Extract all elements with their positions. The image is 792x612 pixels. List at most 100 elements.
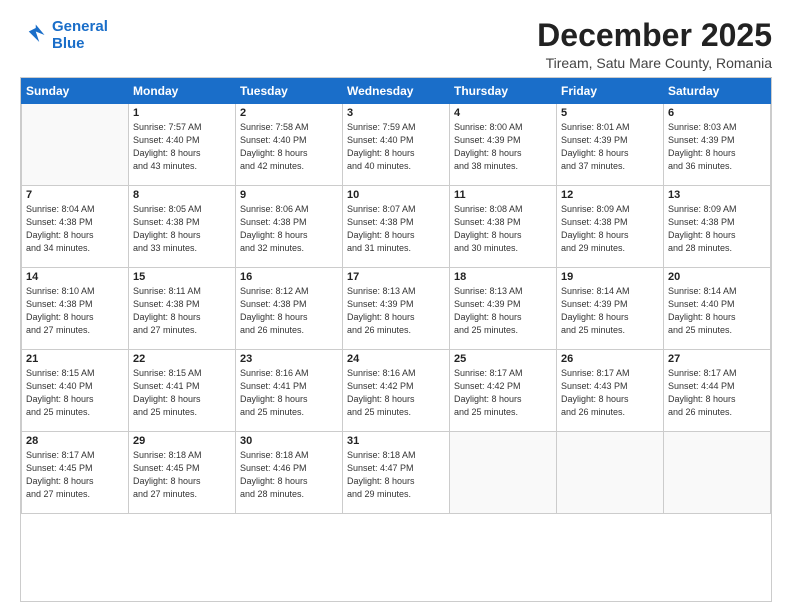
day-number: 7 xyxy=(26,189,124,201)
calendar-cell: 13 Sunrise: 8:09 AM Sunset: 4:38 PM Dayli… xyxy=(664,186,771,268)
day-info: Sunrise: 8:08 AM Sunset: 4:38 PM Dayligh… xyxy=(454,203,552,255)
day-number: 4 xyxy=(454,107,552,119)
calendar-cell: 4 Sunrise: 8:00 AM Sunset: 4:39 PM Daylig… xyxy=(450,104,557,186)
day-info: Sunrise: 8:18 AM Sunset: 4:45 PM Dayligh… xyxy=(133,449,231,501)
subtitle: Tiream, Satu Mare County, Romania xyxy=(537,55,772,71)
col-header-tuesday: Tuesday xyxy=(236,79,343,104)
day-number: 12 xyxy=(561,189,659,201)
day-number: 11 xyxy=(454,189,552,201)
calendar-cell: 18 Sunrise: 8:13 AM Sunset: 4:39 PM Dayli… xyxy=(450,268,557,350)
day-info: Sunrise: 8:15 AM Sunset: 4:41 PM Dayligh… xyxy=(133,367,231,419)
day-number: 13 xyxy=(668,189,766,201)
day-info: Sunrise: 8:17 AM Sunset: 4:43 PM Dayligh… xyxy=(561,367,659,419)
calendar: SundayMondayTuesdayWednesdayThursdayFrid… xyxy=(20,77,772,602)
col-header-monday: Monday xyxy=(129,79,236,104)
calendar-cell: 2Sunrise: 7:58 AM Sunset: 4:40 PM Daylig… xyxy=(236,104,343,186)
day-info: Sunrise: 8:14 AM Sunset: 4:39 PM Dayligh… xyxy=(561,285,659,337)
col-header-saturday: Saturday xyxy=(664,79,771,104)
calendar-cell: 23Sunrise: 8:16 AM Sunset: 4:41 PM Dayli… xyxy=(236,350,343,432)
calendar-cell: 25 Sunrise: 8:17 AM Sunset: 4:42 PM Dayli… xyxy=(450,350,557,432)
day-number: 22 xyxy=(133,353,231,365)
day-info: Sunrise: 8:18 AM Sunset: 4:46 PM Dayligh… xyxy=(240,449,338,501)
day-info: Sunrise: 8:17 AM Sunset: 4:44 PM Dayligh… xyxy=(668,367,766,419)
calendar-cell: 8 Sunrise: 8:05 AM Sunset: 4:38 PM Daylig… xyxy=(129,186,236,268)
day-number: 16 xyxy=(240,271,338,283)
day-number: 21 xyxy=(26,353,124,365)
week-row-1: 1 Sunrise: 7:57 AM Sunset: 4:40 PM Daylig… xyxy=(22,104,771,186)
day-number: 14 xyxy=(26,271,124,283)
day-info: Sunrise: 8:17 AM Sunset: 4:45 PM Dayligh… xyxy=(26,449,124,501)
week-row-5: 28 Sunrise: 8:17 AM Sunset: 4:45 PM Dayli… xyxy=(22,432,771,514)
calendar-cell: 20 Sunrise: 8:14 AM Sunset: 4:40 PM Dayli… xyxy=(664,268,771,350)
day-number: 23 xyxy=(240,353,338,365)
day-info: Sunrise: 8:11 AM Sunset: 4:38 PM Dayligh… xyxy=(133,285,231,337)
calendar-cell: 17 Sunrise: 8:13 AM Sunset: 4:39 PM Dayli… xyxy=(343,268,450,350)
calendar-cell xyxy=(450,432,557,514)
day-info: Sunrise: 8:04 AM Sunset: 4:38 PM Dayligh… xyxy=(26,203,124,255)
day-number: 15 xyxy=(133,271,231,283)
day-number: 20 xyxy=(668,271,766,283)
day-info: Sunrise: 8:09 AM Sunset: 4:38 PM Dayligh… xyxy=(668,203,766,255)
col-header-sunday: Sunday xyxy=(22,79,129,104)
week-row-2: 7 Sunrise: 8:04 AM Sunset: 4:38 PM Daylig… xyxy=(22,186,771,268)
calendar-cell: 3Sunrise: 7:59 AM Sunset: 4:40 PM Daylig… xyxy=(343,104,450,186)
day-info: Sunrise: 8:13 AM Sunset: 4:39 PM Dayligh… xyxy=(347,285,445,337)
calendar-cell: 16 Sunrise: 8:12 AM Sunset: 4:38 PM Dayli… xyxy=(236,268,343,350)
main-title: December 2025 xyxy=(537,18,772,53)
day-number: 25 xyxy=(454,353,552,365)
day-number: 26 xyxy=(561,353,659,365)
calendar-cell: 19Sunrise: 8:14 AM Sunset: 4:39 PM Dayli… xyxy=(557,268,664,350)
calendar-cell: 7 Sunrise: 8:04 AM Sunset: 4:38 PM Daylig… xyxy=(22,186,129,268)
day-info: Sunrise: 8:00 AM Sunset: 4:39 PM Dayligh… xyxy=(454,121,552,173)
title-block: December 2025 Tiream, Satu Mare County, … xyxy=(537,18,772,71)
calendar-cell: 22 Sunrise: 8:15 AM Sunset: 4:41 PM Dayli… xyxy=(129,350,236,432)
calendar-cell xyxy=(664,432,771,514)
calendar-cell: 31Sunrise: 8:18 AM Sunset: 4:47 PM Dayli… xyxy=(343,432,450,514)
day-number: 18 xyxy=(454,271,552,283)
calendar-cell: 12 Sunrise: 8:09 AM Sunset: 4:38 PM Dayli… xyxy=(557,186,664,268)
calendar-cell: 5Sunrise: 8:01 AM Sunset: 4:39 PM Daylig… xyxy=(557,104,664,186)
calendar-cell xyxy=(557,432,664,514)
logo-icon xyxy=(20,21,48,49)
day-number: 17 xyxy=(347,271,445,283)
calendar-cell: 6Sunrise: 8:03 AM Sunset: 4:39 PM Daylig… xyxy=(664,104,771,186)
day-number: 5 xyxy=(561,107,659,119)
day-number: 6 xyxy=(668,107,766,119)
day-number: 29 xyxy=(133,435,231,447)
col-header-wednesday: Wednesday xyxy=(343,79,450,104)
day-info: Sunrise: 8:17 AM Sunset: 4:42 PM Dayligh… xyxy=(454,367,552,419)
day-info: Sunrise: 7:58 AM Sunset: 4:40 PM Dayligh… xyxy=(240,121,338,173)
day-info: Sunrise: 8:10 AM Sunset: 4:38 PM Dayligh… xyxy=(26,285,124,337)
day-info: Sunrise: 8:12 AM Sunset: 4:38 PM Dayligh… xyxy=(240,285,338,337)
calendar-cell: 21 Sunrise: 8:15 AM Sunset: 4:40 PM Dayli… xyxy=(22,350,129,432)
day-info: Sunrise: 8:14 AM Sunset: 4:40 PM Dayligh… xyxy=(668,285,766,337)
calendar-cell: 9Sunrise: 8:06 AM Sunset: 4:38 PM Daylig… xyxy=(236,186,343,268)
calendar-cell xyxy=(22,104,129,186)
calendar-body: 1 Sunrise: 7:57 AM Sunset: 4:40 PM Daylig… xyxy=(22,104,771,514)
calendar-cell: 26 Sunrise: 8:17 AM Sunset: 4:43 PM Dayli… xyxy=(557,350,664,432)
day-info: Sunrise: 8:13 AM Sunset: 4:39 PM Dayligh… xyxy=(454,285,552,337)
calendar-table: SundayMondayTuesdayWednesdayThursdayFrid… xyxy=(21,78,771,514)
day-info: Sunrise: 7:59 AM Sunset: 4:40 PM Dayligh… xyxy=(347,121,445,173)
day-number: 27 xyxy=(668,353,766,365)
day-info: Sunrise: 8:15 AM Sunset: 4:40 PM Dayligh… xyxy=(26,367,124,419)
day-info: Sunrise: 8:16 AM Sunset: 4:42 PM Dayligh… xyxy=(347,367,445,419)
day-info: Sunrise: 8:05 AM Sunset: 4:38 PM Dayligh… xyxy=(133,203,231,255)
day-number: 1 xyxy=(133,107,231,119)
calendar-cell: 10Sunrise: 8:07 AM Sunset: 4:38 PM Dayli… xyxy=(343,186,450,268)
col-header-thursday: Thursday xyxy=(450,79,557,104)
logo: General Blue xyxy=(20,18,108,53)
logo-text: General Blue xyxy=(52,18,108,53)
day-info: Sunrise: 8:06 AM Sunset: 4:38 PM Dayligh… xyxy=(240,203,338,255)
day-number: 31 xyxy=(347,435,445,447)
logo-line2: Blue xyxy=(52,35,85,52)
day-number: 30 xyxy=(240,435,338,447)
day-number: 28 xyxy=(26,435,124,447)
calendar-cell: 14 Sunrise: 8:10 AM Sunset: 4:38 PM Dayli… xyxy=(22,268,129,350)
calendar-cell: 28 Sunrise: 8:17 AM Sunset: 4:45 PM Dayli… xyxy=(22,432,129,514)
calendar-cell: 30 Sunrise: 8:18 AM Sunset: 4:46 PM Dayli… xyxy=(236,432,343,514)
day-number: 8 xyxy=(133,189,231,201)
calendar-cell: 24Sunrise: 8:16 AM Sunset: 4:42 PM Dayli… xyxy=(343,350,450,432)
day-info: Sunrise: 8:09 AM Sunset: 4:38 PM Dayligh… xyxy=(561,203,659,255)
day-info: Sunrise: 7:57 AM Sunset: 4:40 PM Dayligh… xyxy=(133,121,231,173)
